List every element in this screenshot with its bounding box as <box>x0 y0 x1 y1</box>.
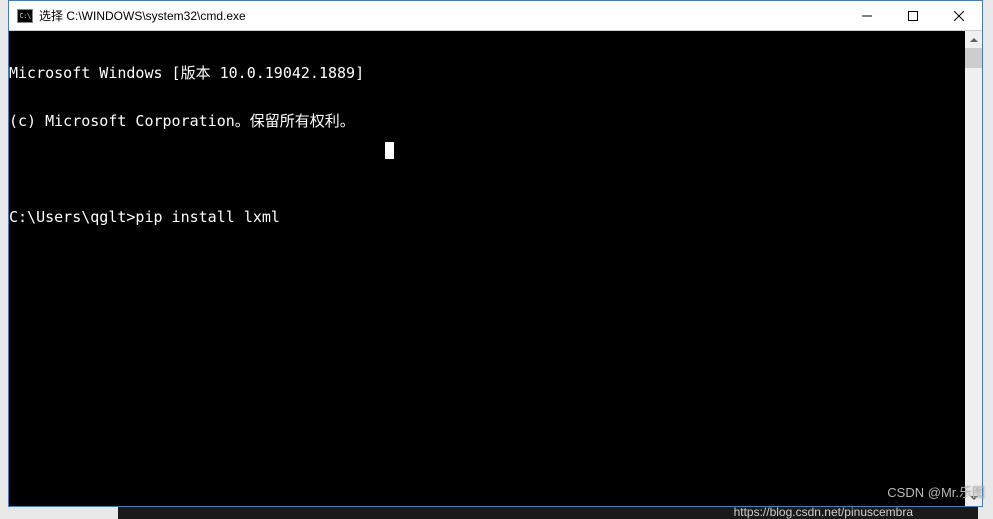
scrollbar-thumb[interactable] <box>965 48 982 68</box>
close-icon <box>954 11 964 21</box>
terminal-line <box>9 161 965 177</box>
minimize-icon <box>862 11 872 21</box>
terminal-line: C:\Users\qglt>pip install lxml <box>9 209 965 225</box>
window-title: 选择 C:\WINDOWS\system32\cmd.exe <box>39 7 844 24</box>
maximize-icon <box>908 11 918 21</box>
scrollbar-track[interactable] <box>965 48 982 489</box>
cmd-icon: C:\ <box>17 9 33 23</box>
cmd-window: C:\ 选择 C:\WINDOWS\system32\cmd.exe <box>8 0 983 507</box>
scroll-up-button[interactable] <box>965 31 982 48</box>
titlebar[interactable]: C:\ 选择 C:\WINDOWS\system32\cmd.exe <box>9 1 982 31</box>
watermark-text: CSDN @Mr.乐图 <box>887 482 985 501</box>
maximize-button[interactable] <box>890 1 936 30</box>
terminal-area: Microsoft Windows [版本 10.0.19042.1889] (… <box>9 31 982 506</box>
vertical-scrollbar[interactable] <box>965 31 982 506</box>
terminal-line: (c) Microsoft Corporation。保留所有权利。 <box>9 113 965 129</box>
ghost-url: https://blog.csdn.net/pinuscembra <box>734 505 913 519</box>
selection-cursor-block <box>385 142 394 159</box>
chevron-up-icon <box>970 38 978 42</box>
terminal-line: Microsoft Windows [版本 10.0.19042.1889] <box>9 65 965 81</box>
terminal-output[interactable]: Microsoft Windows [版本 10.0.19042.1889] (… <box>9 31 965 506</box>
close-button[interactable] <box>936 1 982 30</box>
titlebar-buttons <box>844 1 982 30</box>
minimize-button[interactable] <box>844 1 890 30</box>
